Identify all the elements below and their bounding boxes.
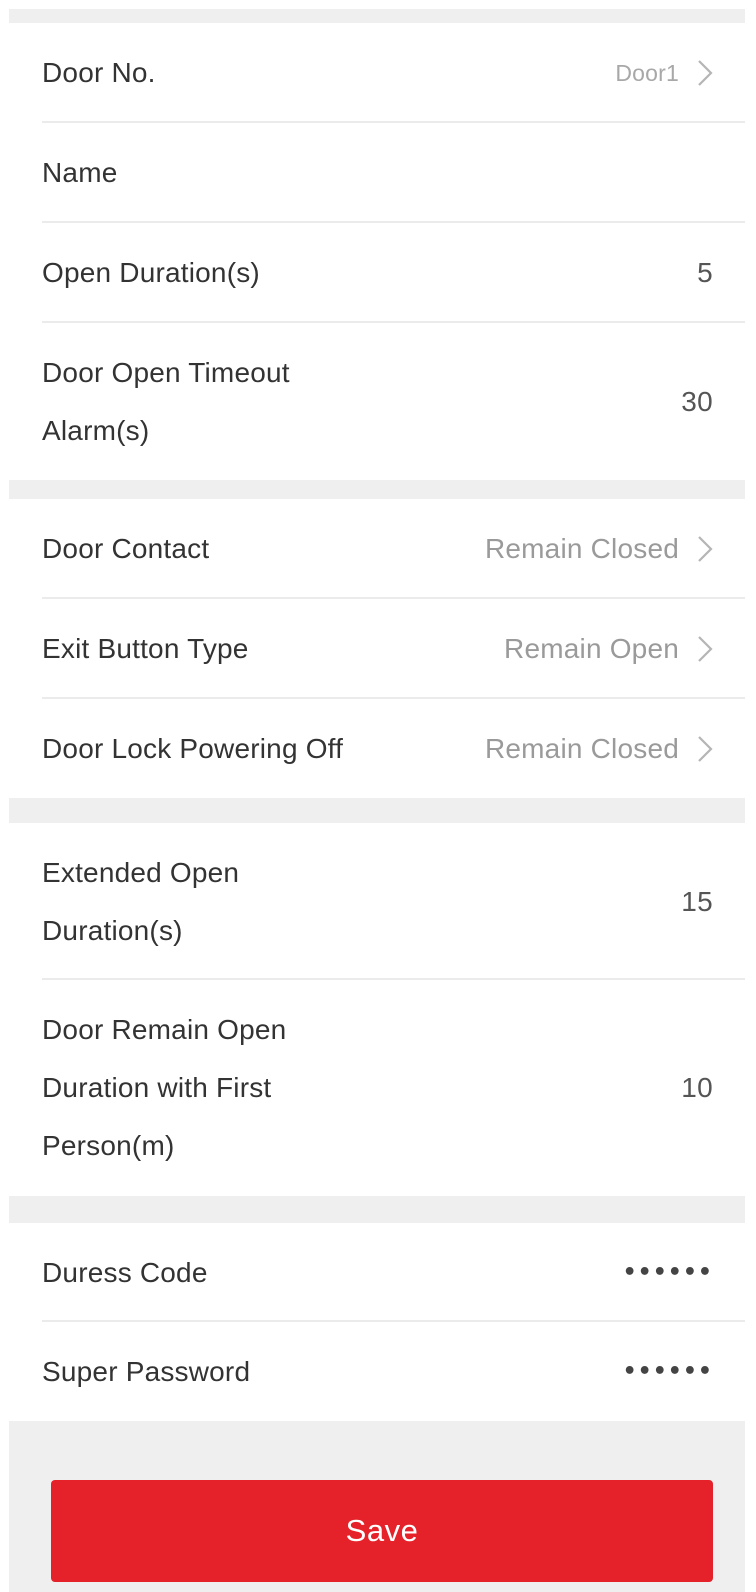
super-password-row[interactable]: Super Password •••••• <box>9 1322 745 1421</box>
super-password-input[interactable]: •••••• <box>623 1359 713 1384</box>
duress-code-input[interactable]: •••••• <box>623 1260 713 1285</box>
top-spacer <box>9 9 745 23</box>
door-contact-selector[interactable]: Remain Closed <box>485 533 713 565</box>
name-label: Name <box>42 157 118 188</box>
exit-button-type-label: Exit Button Type <box>42 633 249 664</box>
extended-settings-group: Extended Open Duration(s) 15 Door Remain… <box>9 823 745 1196</box>
name-row[interactable]: Name <box>9 123 745 223</box>
duress-code-row[interactable]: Duress Code •••••• <box>9 1223 745 1322</box>
door-lock-powering-off-value: Remain Closed <box>484 732 679 764</box>
door-remain-open-first-person-row[interactable]: Door Remain Open Duration with First Per… <box>9 980 745 1196</box>
door-contact-row[interactable]: Door Contact Remain Closed <box>9 499 745 599</box>
save-button[interactable]: Save <box>51 1480 713 1582</box>
door-no-value: Door1 <box>615 59 679 86</box>
door-lock-powering-off-row[interactable]: Door Lock Powering Off Remain Closed <box>9 699 745 798</box>
chevron-right-icon <box>698 735 713 762</box>
door-no-label: Door No. <box>42 57 156 88</box>
door-open-timeout-alarm-input[interactable]: 30 <box>681 386 713 418</box>
button-spacer <box>9 1421 745 1480</box>
basic-settings-group: Door No. Door1 Name Open Duration(s) 5 D… <box>9 23 745 480</box>
security-group: Duress Code •••••• Super Password •••••• <box>9 1223 745 1421</box>
chevron-right-icon <box>698 536 713 562</box>
door-contact-value: Remain Closed <box>484 533 679 564</box>
door-no-row[interactable]: Door No. Door1 <box>9 23 745 123</box>
door-open-timeout-alarm-label: Door Open Timeout Alarm(s) <box>42 356 290 446</box>
door-remain-open-first-person-label: Door Remain Open Duration with First Per… <box>42 1014 287 1161</box>
exit-button-type-row[interactable]: Exit Button Type Remain Open <box>9 599 745 699</box>
door-contact-label: Door Contact <box>42 533 210 564</box>
open-duration-row[interactable]: Open Duration(s) 5 <box>9 223 745 323</box>
door-open-timeout-alarm-row[interactable]: Door Open Timeout Alarm(s) 30 <box>9 323 745 480</box>
open-duration-input[interactable]: 5 <box>697 257 713 289</box>
door-mode-group: Door Contact Remain Closed Exit Button T… <box>9 499 745 798</box>
door-lock-powering-off-label: Door Lock Powering Off <box>42 732 344 764</box>
extended-open-duration-label: Extended Open Duration(s) <box>42 856 240 946</box>
exit-button-type-value: Remain Open <box>504 633 679 664</box>
duress-code-label: Duress Code <box>42 1256 208 1288</box>
open-duration-label: Open Duration(s) <box>42 257 260 288</box>
exit-button-type-selector[interactable]: Remain Open <box>504 633 713 665</box>
chevron-right-icon <box>698 60 713 86</box>
extended-open-duration-input[interactable]: 15 <box>681 886 713 918</box>
door-parameters-screen: Door No. Door1 Name Open Duration(s) 5 D… <box>9 9 745 1592</box>
door-lock-powering-off-selector[interactable]: Remain Closed <box>485 733 713 765</box>
chevron-right-icon <box>698 636 713 662</box>
extended-open-duration-row[interactable]: Extended Open Duration(s) 15 <box>9 823 745 980</box>
door-remain-open-first-person-input[interactable]: 10 <box>681 1072 713 1104</box>
super-password-label: Super Password <box>42 1355 251 1387</box>
door-no-selector[interactable]: Door1 <box>615 59 713 87</box>
